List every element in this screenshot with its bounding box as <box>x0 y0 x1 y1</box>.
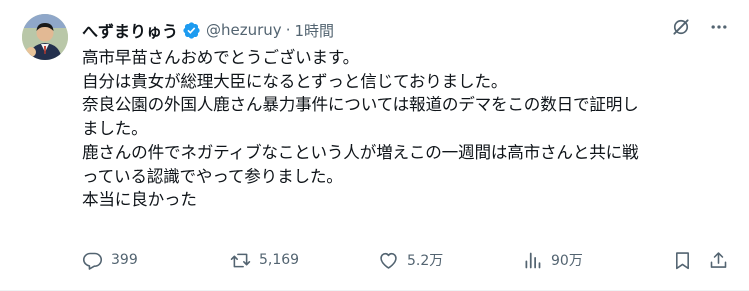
tweet-text: 高市早苗さんおめでとうございます。 自分は貴女が総理大臣になるとずっと信じており… <box>82 46 728 212</box>
share-icon <box>710 251 727 268</box>
tweet-line: 自分は貴女が総理大臣になるとずっと信じておりました。 <box>82 71 508 91</box>
reply-button[interactable]: 399 <box>82 245 138 275</box>
tweet[interactable]: へずまりゅう @hezuruy · 1時間 高市早苗さんおめでとうございます。 … <box>0 0 749 291</box>
retweet-icon <box>230 253 251 267</box>
avatar-image <box>22 14 68 60</box>
timestamp[interactable]: 1時間 <box>294 20 334 41</box>
grok-icon[interactable] <box>671 17 691 37</box>
views-count: 90万 <box>551 253 583 269</box>
verified-badge-icon <box>182 21 201 40</box>
share-button[interactable] <box>708 245 729 275</box>
tweet-line: っている認識でやって参りました。 <box>82 166 343 186</box>
retweet-count: 5,169 <box>259 252 300 268</box>
action-bar: 399 5,169 5.2万 90万 <box>82 245 732 275</box>
tweet-line: 鹿さんの件でネガティブなこという人が増えこの一週間は高市さんと共に戦 <box>82 142 639 162</box>
avatar[interactable] <box>22 14 68 60</box>
reply-count: 399 <box>111 252 138 268</box>
tweet-header: へずまりゅう @hezuruy · 1時間 <box>82 17 729 43</box>
views-icon <box>525 252 541 268</box>
handle[interactable]: @hezuruy <box>206 21 282 39</box>
bookmark-button[interactable] <box>672 245 693 275</box>
tweet-line: 高市早苗さんおめでとうございます。 <box>82 48 360 67</box>
separator-dot: · <box>285 21 291 39</box>
heart-icon <box>380 252 397 269</box>
tweet-line: 奈良公園の外国人鹿さん暴力事件については報道のデマをこの数日で証明し <box>82 95 639 115</box>
more-icon[interactable] <box>709 17 729 37</box>
like-count: 5.2万 <box>407 253 444 269</box>
tweet-line: ました。 <box>82 119 148 139</box>
display-name[interactable]: へずまりゅう <box>82 18 178 42</box>
reply-icon <box>82 252 103 270</box>
bookmark-icon <box>676 251 689 269</box>
retweet-button[interactable]: 5,169 <box>230 245 299 275</box>
header-actions <box>671 17 729 37</box>
like-button[interactable]: 5.2万 <box>378 245 443 275</box>
views-button[interactable]: 90万 <box>522 245 583 275</box>
tweet-line: 本当に良かった <box>82 190 197 210</box>
